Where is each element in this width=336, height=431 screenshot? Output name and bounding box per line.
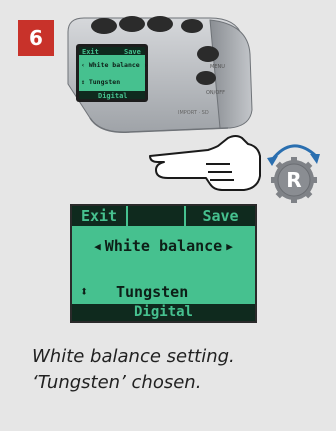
lcd-value-row: ⬍ Tungsten [72, 280, 255, 304]
svg-text:MENU: MENU [210, 64, 225, 70]
svg-text:ON/OFF: ON/OFF [206, 90, 225, 96]
exit-softkey[interactable]: Exit [72, 206, 128, 226]
caption-line-1: White balance setting. [32, 346, 235, 367]
svg-text:IMPORT · SD: IMPORT · SD [178, 110, 209, 116]
r-button-label: R [286, 168, 301, 192]
lcd-menu-row: ◀ White balance ▶ [72, 232, 255, 260]
caption-line-2: ‘Tungsten’ chosen. [32, 372, 202, 393]
middle-softkey[interactable] [128, 206, 186, 226]
lcd-screen-enlarged: Exit Save ◀ White balance ▶ ⬍ Tungsten D… [70, 204, 257, 323]
mini-value: ⇕ Tungsten [81, 78, 120, 86]
mini-exit-label: Exit [82, 48, 99, 56]
lcd-value: Tungsten [116, 283, 189, 301]
arrow-right-icon[interactable]: ▶ [226, 240, 233, 253]
arrow-left-icon[interactable]: ◀ [94, 240, 101, 253]
mini-mode: Digital [98, 92, 128, 100]
lcd-mode-bar: Digital [72, 304, 255, 321]
up-down-arrows-icon[interactable]: ⬍ [80, 284, 116, 300]
r-button-icon: R [262, 134, 326, 204]
mini-save-label: Save [124, 48, 141, 56]
lcd-softkey-row: Exit Save [72, 206, 255, 226]
lcd-menu-title: White balance [104, 237, 223, 255]
step-number-badge: 6 [18, 20, 54, 56]
caption: White balance setting. ‘Tungsten’ chosen… [32, 344, 322, 396]
mini-menu-title: ‹ White balance › [81, 61, 148, 69]
hand-pointing-icon [149, 135, 261, 191]
camera-illustration: MENU ON/OFF Exit Save ‹ White balance › … [60, 14, 260, 142]
instruction-card: 6 MENU ON/OFF Exit Save ‹ White balance … [8, 8, 328, 423]
save-softkey[interactable]: Save [186, 206, 255, 226]
